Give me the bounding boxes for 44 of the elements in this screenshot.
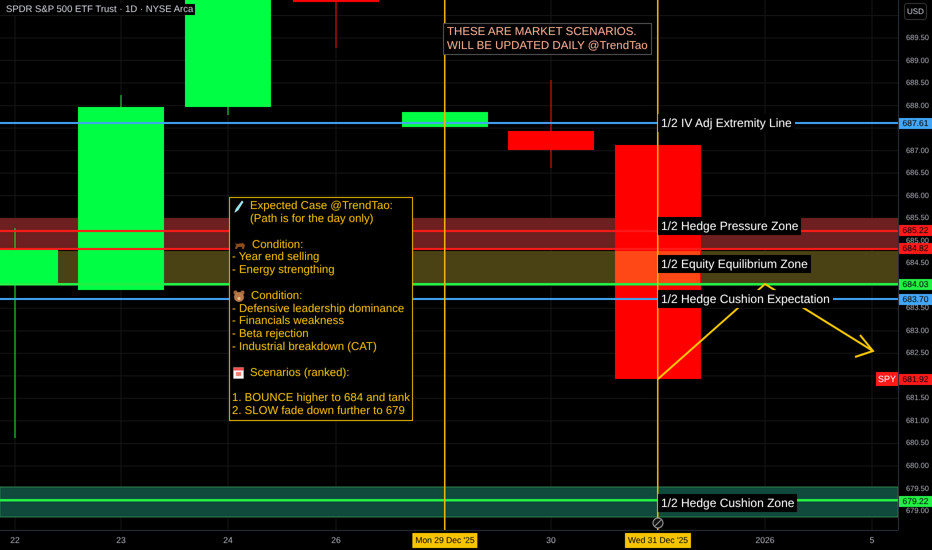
event-marker-icon[interactable] — [652, 518, 664, 528]
price-badge: 681.92 — [899, 374, 932, 385]
time-label: 30 — [545, 534, 557, 547]
time-label: Mon 29 Dec '25 — [412, 533, 478, 548]
symbol-tag: SPY — [876, 372, 898, 386]
time-label: 2026 — [754, 534, 776, 547]
time-label: 23 — [115, 534, 127, 547]
level-label: 1/2 Hedge Cushion Zone — [658, 494, 798, 512]
price-badge: 685.22 — [899, 225, 932, 236]
level-label: 1/2 Hedge Cushion Expectation — [658, 290, 833, 308]
test-tube-icon — [233, 200, 244, 213]
scenario-line: - Financials weakness — [232, 315, 346, 328]
time-axis[interactable]: 22 23 24 26 Mon 29 Dec '25 30 Wed 31 Dec '25 2026 5 — [0, 530, 898, 550]
price-badge: 684.82 — [899, 243, 932, 254]
section-heading: Condition: — [251, 290, 302, 303]
currency-button[interactable]: USD — [904, 3, 927, 20]
scenario-line: - Industrial breakdown (CAT) — [232, 340, 378, 354]
time-label: 26 — [330, 534, 342, 547]
section-heading: Expected Case @TrendTao: — [250, 200, 393, 213]
section-heading: Scenarios (ranked): — [250, 366, 350, 380]
scenario-line: (Path is for the day only) — [249, 213, 374, 226]
time-label: 24 — [222, 534, 234, 547]
bear-face-icon — [233, 290, 245, 302]
level-label: 1/2 Hedge Pressure Zone — [658, 217, 802, 235]
price-badge: 683.70 — [899, 294, 932, 305]
section-heading: Condition: — [252, 238, 304, 252]
scenario-line: - Beta rejection — [232, 328, 310, 341]
time-label: 22 — [9, 534, 21, 547]
ranked-scenario: 2. SLOW fade down further to 679 — [232, 404, 406, 418]
price-badge: 679.22 — [899, 496, 932, 507]
scenario-line: - Energy strengthing — [232, 264, 336, 277]
scenario-note: THESE ARE MARKET SCENARIOS. WILL BE UPDATED DAILY @TrendTao — [443, 23, 652, 55]
time-label: Wed 31 Dec '25 — [624, 533, 692, 548]
price-badge: 684.03 — [899, 278, 932, 290]
time-label: 5 — [868, 534, 876, 547]
price-badge: 687.61 — [899, 118, 932, 129]
calendar-icon — [233, 366, 244, 379]
ranked-scenario: 1. BOUNCE higher to 684 and tank — [232, 392, 410, 405]
level-label: 1/2 Equity Equilibrium Zone — [658, 255, 811, 273]
scenario-line: - Defensive leadership dominance — [232, 302, 406, 316]
scenario-line: - Year end selling — [232, 251, 320, 264]
level-label: 1/2 IV Adj Extremity Line — [658, 114, 795, 132]
bull-icon — [233, 240, 246, 250]
chart-title: SPDR S&P 500 ETF Trust · 1D · NYSE Arca — [4, 4, 196, 15]
